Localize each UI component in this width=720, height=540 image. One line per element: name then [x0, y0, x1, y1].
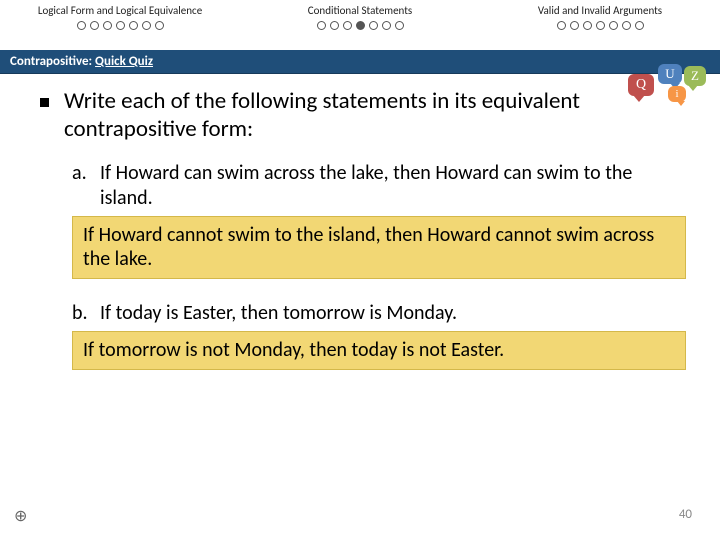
item-statement-row: b. If today is Easter, then tomorrow is … [72, 301, 680, 325]
dot[interactable] [557, 21, 566, 30]
dot[interactable] [77, 21, 86, 30]
item-answer: If Howard cannot swim to the island, the… [72, 216, 686, 279]
list-item: b. If today is Easter, then tomorrow is … [72, 301, 680, 370]
dot[interactable] [395, 21, 404, 30]
subtitle-quiz: Quick Quiz [95, 54, 153, 69]
item-list: a. If Howard can swim across the lake, t… [40, 161, 680, 369]
dot[interactable] [369, 21, 378, 30]
dot[interactable] [116, 21, 125, 30]
item-answer: If tomorrow is not Monday, then today is… [72, 331, 686, 369]
page-number: 40 [679, 507, 692, 522]
subtitle-prefix: Contrapositive: [10, 54, 95, 69]
progress-dots [0, 21, 240, 30]
corner-mark-icon: ⊕ [14, 506, 27, 526]
dot[interactable] [155, 21, 164, 30]
item-statement: If Howard can swim across the lake, then… [100, 161, 680, 210]
nav-section-logical-form[interactable]: Logical Form and Logical Equivalence [0, 0, 240, 50]
dot[interactable] [330, 21, 339, 30]
dot[interactable] [609, 21, 618, 30]
dot[interactable] [142, 21, 151, 30]
dot[interactable] [382, 21, 391, 30]
nav-title: Logical Form and Logical Equivalence [0, 4, 240, 17]
item-label: b. [72, 301, 100, 325]
dot[interactable] [90, 21, 99, 30]
progress-dots [240, 21, 480, 30]
item-label: a. [72, 161, 100, 210]
dot[interactable] [596, 21, 605, 30]
nav-title: Valid and Invalid Arguments [480, 4, 720, 17]
progress-dots [480, 21, 720, 30]
dot[interactable] [103, 21, 112, 30]
dot[interactable] [129, 21, 138, 30]
nav-section-conditional[interactable]: Conditional Statements [240, 0, 480, 50]
nav-title: Conditional Statements [240, 4, 480, 17]
item-statement-row: a. If Howard can swim across the lake, t… [72, 161, 680, 210]
item-statement: If today is Easter, then tomorrow is Mon… [100, 301, 680, 325]
dot[interactable] [622, 21, 631, 30]
dot-current[interactable] [356, 21, 365, 30]
dot[interactable] [635, 21, 644, 30]
slide-subtitle: Contrapositive: Quick Quiz [0, 50, 720, 74]
top-nav: Logical Form and Logical Equivalence Con… [0, 0, 720, 50]
slide-content: Write each of the following statements i… [0, 74, 720, 370]
dot[interactable] [343, 21, 352, 30]
lead-text: Write each of the following statements i… [40, 88, 680, 143]
dot[interactable] [583, 21, 592, 30]
list-item: a. If Howard can swim across the lake, t… [72, 161, 680, 279]
bubble-z-icon: Z [684, 66, 706, 86]
dot[interactable] [317, 21, 326, 30]
nav-section-arguments[interactable]: Valid and Invalid Arguments [480, 0, 720, 50]
bubble-u-icon: U [658, 64, 682, 84]
dot[interactable] [570, 21, 579, 30]
